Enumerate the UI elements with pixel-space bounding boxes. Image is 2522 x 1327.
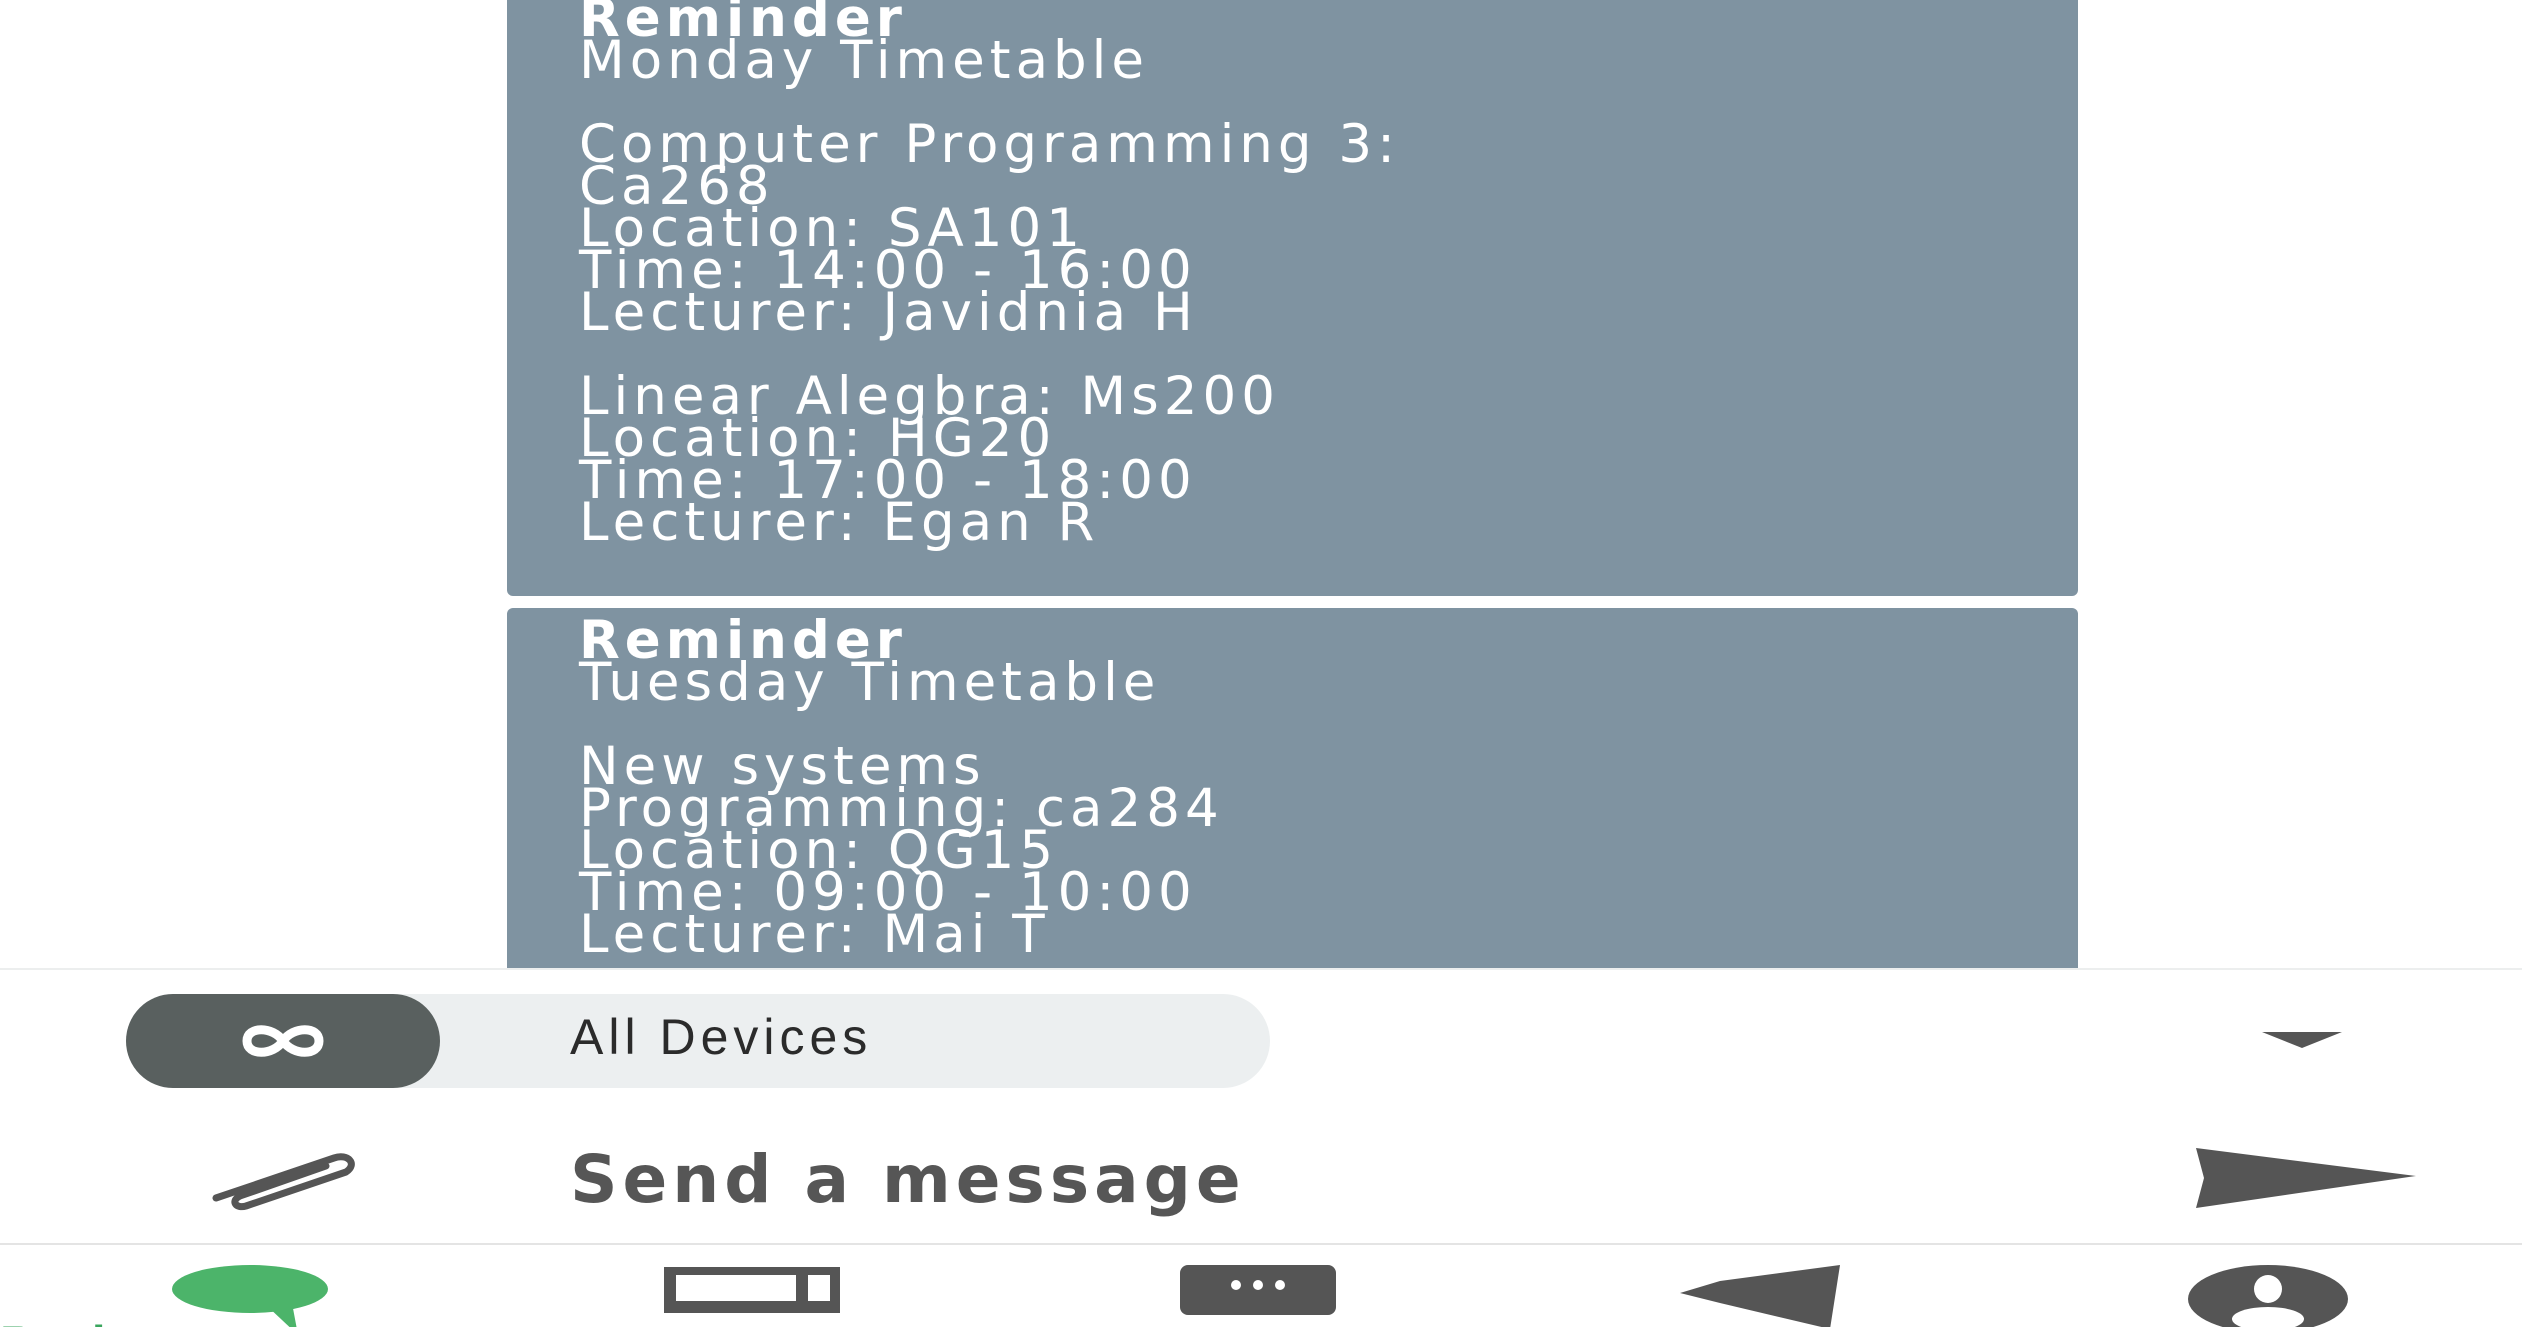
push-card-tuesday[interactable]: Reminder Tuesday Timetable New systems P… [507,608,2078,968]
chat-bubble-icon [172,1265,328,1327]
compose-panel: All Devices [0,968,2522,1245]
course-entry: New systems Programming: ca284 Location:… [579,740,2078,965]
course-lecturer: Lecturer: Javidnia H [579,282,1198,343]
sms-icon [1180,1265,1336,1315]
megaphone-icon [1680,1265,1840,1327]
device-selector[interactable]: All Devices [126,994,1270,1088]
course-name: Computer Programming 3: [579,114,1400,175]
course-lecturer: Lecturer: Egan R [579,492,1100,553]
send-icon[interactable] [2196,1148,2416,1208]
infinity-icon [126,994,440,1088]
chevron-down-icon[interactable] [2262,1032,2342,1048]
course-entry: Computer Programming 3: Ca268 Location: … [579,114,2078,343]
nav-tab-account[interactable] [2186,1245,2386,1327]
card-subtitle: Monday Timetable [579,30,1150,91]
nav-tab-sms[interactable] [1178,1245,1378,1327]
bottom-navigation: Pushes [0,1243,2522,1327]
card-subtitle: Tuesday Timetable [579,652,1161,713]
nav-tab-pushes[interactable]: Pushes [0,1245,420,1327]
course-lecturer: Lecturer: Mai T [579,904,1050,965]
device-selector-label: All Devices [570,1009,873,1065]
push-card-monday[interactable]: Reminder Monday Timetable Computer Progr… [507,0,2078,596]
message-input[interactable] [570,1134,2070,1224]
app-screen: Reminder Monday Timetable Computer Progr… [0,0,2522,1327]
account-icon [2188,1265,2348,1327]
devices-icon [664,1267,840,1313]
push-feed[interactable]: Reminder Monday Timetable Computer Progr… [0,0,2522,968]
paperclip-icon[interactable] [196,1146,366,1216]
nav-tab-label: Pushes [0,1315,178,1327]
nav-tab-channels[interactable] [1680,1245,1880,1327]
course-entry: Linear Alegbra: Ms200 Location: HG20 Tim… [579,370,2078,553]
nav-tab-devices[interactable] [662,1245,862,1327]
